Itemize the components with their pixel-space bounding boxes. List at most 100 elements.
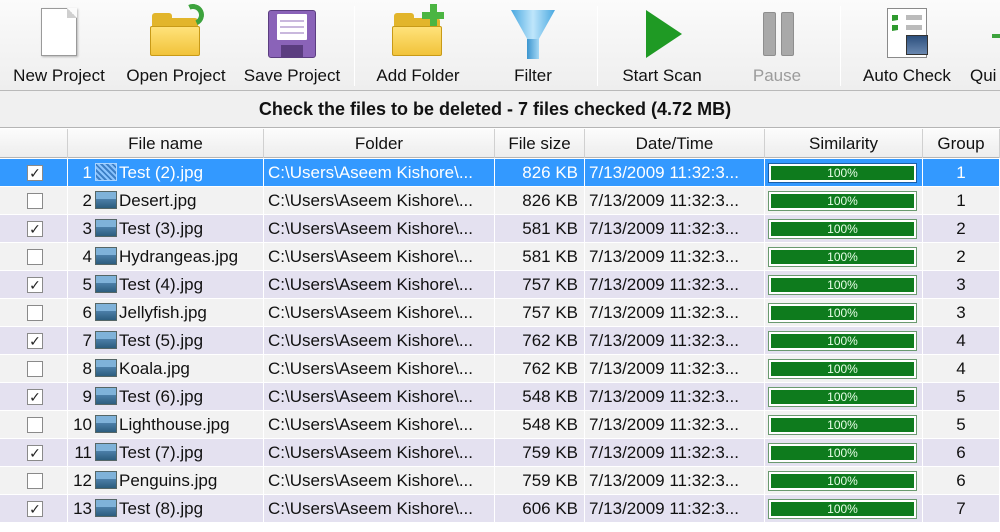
similarity-cell: 100% xyxy=(765,187,923,215)
image-thumbnail-icon xyxy=(95,471,117,489)
file-name-cell: 1 Test (2).jpg xyxy=(68,159,264,187)
similarity-cell: 100% xyxy=(765,271,923,299)
row-checkbox[interactable]: ✓ xyxy=(27,277,43,293)
open-folder-icon xyxy=(148,0,208,64)
column-file-size[interactable]: File size xyxy=(495,129,585,158)
column-check[interactable] xyxy=(0,129,68,158)
add-folder-button[interactable]: Add Folder xyxy=(368,0,468,90)
date-time-cell: 7/13/2009 11:32:3... xyxy=(585,355,765,383)
table-row[interactable]: ✓ 3 Test (3).jpg C:\Users\Aseem Kishore\...… xyxy=(0,215,1000,243)
row-checkbox[interactable] xyxy=(27,417,43,433)
save-project-button[interactable]: Save Project xyxy=(238,0,346,90)
auto-check-button[interactable]: Auto Check xyxy=(856,0,958,90)
row-checkbox[interactable]: ✓ xyxy=(27,333,43,349)
toolbar-separator xyxy=(597,6,598,86)
table-row[interactable]: ✓ 5 Test (4).jpg C:\Users\Aseem Kishore\...… xyxy=(0,271,1000,299)
row-checkbox[interactable]: ✓ xyxy=(27,389,43,405)
table-row[interactable]: 2 Desert.jpg C:\Users\Aseem Kishore\... 826… xyxy=(0,187,1000,215)
file-name-cell: 3 Test (3).jpg xyxy=(68,215,264,243)
pause-label: Pause xyxy=(752,66,802,85)
image-thumbnail-icon xyxy=(95,331,117,349)
file-name-cell: 4 Hydrangeas.jpg xyxy=(68,243,264,271)
table-row[interactable]: 8 Koala.jpg C:\Users\Aseem Kishore\... 762 … xyxy=(0,355,1000,383)
similarity-bar: 100% xyxy=(768,275,917,295)
similarity-bar: 100% xyxy=(768,331,917,351)
folder-cell: C:\Users\Aseem Kishore\... xyxy=(264,467,495,495)
date-time-cell: 7/13/2009 11:32:3... xyxy=(585,159,765,187)
similarity-bar: 100% xyxy=(768,219,917,239)
row-checkbox[interactable] xyxy=(27,361,43,377)
new-project-button[interactable]: New Project xyxy=(6,0,112,90)
pause-button[interactable]: Pause xyxy=(742,0,812,90)
table-row[interactable]: 10 Lighthouse.jpg C:\Users\Aseem Kishore\.… xyxy=(0,411,1000,439)
check-cell: ✓ xyxy=(0,383,68,411)
image-thumbnail-icon xyxy=(95,499,117,517)
image-thumbnail-icon xyxy=(95,415,117,433)
column-similarity[interactable]: Similarity xyxy=(765,129,923,158)
folder-cell: C:\Users\Aseem Kishore\... xyxy=(264,495,495,523)
file-size-cell: 762 KB xyxy=(495,355,585,383)
image-thumbnail-icon xyxy=(95,443,117,461)
similarity-bar: 100% xyxy=(768,191,917,211)
table-row[interactable]: ✓ 1 Test (2).jpg C:\Users\Aseem Kishore\...… xyxy=(0,159,1000,187)
table-row[interactable]: 6 Jellyfish.jpg C:\Users\Aseem Kishore\...… xyxy=(0,299,1000,327)
row-number: 9 xyxy=(82,387,92,406)
row-checkbox[interactable]: ✓ xyxy=(27,165,43,181)
similarity-cell: 100% xyxy=(765,243,923,271)
image-thumbnail-icon xyxy=(95,387,117,405)
similarity-cell: 100% xyxy=(765,215,923,243)
table-row[interactable]: ✓ 9 Test (6).jpg C:\Users\Aseem Kishore\...… xyxy=(0,383,1000,411)
new-page-icon xyxy=(31,4,87,64)
filter-button[interactable]: Filter xyxy=(498,0,568,90)
file-name-cell: 5 Test (4).jpg xyxy=(68,271,264,299)
folder-cell: C:\Users\Aseem Kishore\... xyxy=(264,299,495,327)
row-checkbox[interactable] xyxy=(27,249,43,265)
file-size-cell: 826 KB xyxy=(495,187,585,215)
date-time-cell: 7/13/2009 11:32:3... xyxy=(585,187,765,215)
open-project-button[interactable]: Open Project xyxy=(120,0,232,90)
folder-cell: C:\Users\Aseem Kishore\... xyxy=(264,243,495,271)
row-number: 12 xyxy=(73,471,92,490)
column-group[interactable]: Group xyxy=(923,129,1000,158)
date-time-cell: 7/13/2009 11:32:3... xyxy=(585,467,765,495)
date-time-cell: 7/13/2009 11:32:3... xyxy=(585,243,765,271)
file-name: Penguins.jpg xyxy=(119,471,218,490)
row-checkbox[interactable]: ✓ xyxy=(27,221,43,237)
table-row[interactable]: ✓ 11 Test (7).jpg C:\Users\Aseem Kishore\..… xyxy=(0,439,1000,467)
file-size-cell: 757 KB xyxy=(495,299,585,327)
column-folder[interactable]: Folder xyxy=(264,129,495,158)
row-checkbox[interactable] xyxy=(27,193,43,209)
play-icon xyxy=(634,4,690,64)
start-scan-button[interactable]: Start Scan xyxy=(612,0,712,90)
row-number: 6 xyxy=(82,303,92,322)
date-time-cell: 7/13/2009 11:32:3... xyxy=(585,495,765,523)
toolbar-separator xyxy=(840,6,841,86)
row-checkbox[interactable] xyxy=(27,473,43,489)
quit-label: Qui xyxy=(970,66,997,85)
results-table[interactable]: File name Folder File size Date/Time Sim… xyxy=(0,129,1000,532)
table-row[interactable]: ✓ 13 Test (8).jpg C:\Users\Aseem Kishore\..… xyxy=(0,495,1000,523)
date-time-cell: 7/13/2009 11:32:3... xyxy=(585,327,765,355)
check-cell: ✓ xyxy=(0,439,68,467)
date-time-cell: 7/13/2009 11:32:3... xyxy=(585,299,765,327)
column-file-name[interactable]: File name xyxy=(68,129,264,158)
column-date-time[interactable]: Date/Time xyxy=(585,129,765,158)
row-checkbox[interactable] xyxy=(27,305,43,321)
row-number: 4 xyxy=(82,247,92,266)
group-cell: 4 xyxy=(923,327,1000,355)
check-cell: ✓ xyxy=(0,271,68,299)
table-row[interactable]: ✓ 7 Test (5).jpg C:\Users\Aseem Kishore\...… xyxy=(0,327,1000,355)
row-checkbox[interactable]: ✓ xyxy=(27,445,43,461)
quit-button[interactable]: Qui xyxy=(970,0,1000,90)
check-cell xyxy=(0,355,68,383)
table-row[interactable]: 12 Penguins.jpg C:\Users\Aseem Kishore\...… xyxy=(0,467,1000,495)
file-size-cell: 581 KB xyxy=(495,215,585,243)
table-row[interactable]: 4 Hydrangeas.jpg C:\Users\Aseem Kishore\..… xyxy=(0,243,1000,271)
file-size-cell: 548 KB xyxy=(495,411,585,439)
row-number: 5 xyxy=(82,275,92,294)
file-name: Test (8).jpg xyxy=(119,499,204,518)
file-size-cell: 581 KB xyxy=(495,243,585,271)
folder-cell: C:\Users\Aseem Kishore\... xyxy=(264,159,495,187)
file-size-cell: 757 KB xyxy=(495,271,585,299)
row-checkbox[interactable]: ✓ xyxy=(27,501,43,517)
